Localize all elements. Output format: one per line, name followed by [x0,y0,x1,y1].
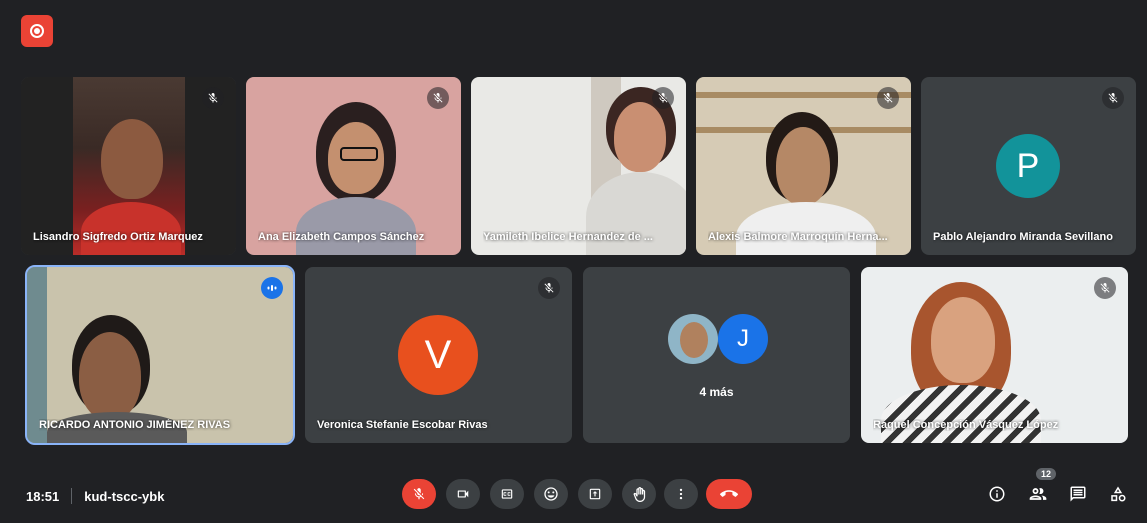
chat-button[interactable] [1067,483,1089,505]
meeting-control-bar: 18:51 kud-tscc-ybk 12 [0,467,1147,523]
mic-off-icon [1102,87,1124,109]
participant-tile[interactable]: Ana Elizabeth Campos Sánchez [246,77,461,255]
more-options-icon [679,488,683,500]
end-call-icon [720,490,738,497]
present-screen-button[interactable] [578,479,612,509]
more-participants-label: 4 más [699,385,734,399]
avatar: V [398,315,478,395]
mic-off-icon [538,277,560,299]
more-options-button[interactable] [664,479,698,509]
emoji-icon [544,487,558,501]
participant-tile[interactable]: Lisandro Sigfredo Ortiz Marquez [21,77,236,255]
activities-button[interactable] [1107,483,1129,505]
present-icon [589,488,601,500]
mic-off-icon [202,87,224,109]
participant-name: RICARDO ANTONIO JIMÉNEZ RIVAS [39,419,231,431]
mic-off-icon [413,488,425,500]
people-button[interactable] [1027,483,1049,505]
people-icon [1029,488,1047,500]
activities-icon [1111,486,1126,502]
mic-off-icon [1094,277,1116,299]
captions-button[interactable] [490,479,524,509]
participant-name: Alexis Balmore Marroquín Herna... [708,231,888,243]
info-icon [989,486,1005,502]
participant-name: Yamileth Ibelice Hernandez de ... [483,231,653,243]
participant-tile-active-speaker[interactable]: RICARDO ANTONIO JIMÉNEZ RIVAS [25,265,295,445]
reactions-button[interactable] [534,479,568,509]
participant-name: Ana Elizabeth Campos Sánchez [258,231,425,243]
divider [71,488,73,504]
avatar: P [996,134,1060,198]
avatar [668,314,718,364]
avatar: J [718,314,768,364]
mic-off-icon [427,87,449,109]
mic-off-icon [652,87,674,109]
recording-button[interactable] [21,15,53,47]
participant-tile[interactable]: Alexis Balmore Marroquín Herna... [696,77,911,255]
chat-icon [1070,486,1086,502]
raise-hand-button[interactable] [622,479,656,509]
participant-tile[interactable]: Yamileth Ibelice Hernandez de ... [471,77,686,255]
leave-call-button[interactable] [706,479,752,509]
participant-name: Lisandro Sigfredo Ortiz Marquez [33,231,203,243]
meeting-details: 18:51 kud-tscc-ybk [26,488,164,504]
camera-icon [457,490,469,498]
participant-tile[interactable]: V Veronica Stefanie Escobar Rivas [305,267,572,443]
people-count-badge: 12 [1036,468,1057,480]
participant-tile[interactable]: P Pablo Alejandro Miranda Sevillano [921,77,1136,255]
participant-name: Pablo Alejandro Miranda Sevillano [933,231,1113,243]
meeting-code[interactable]: kud-tscc-ybk [84,489,164,504]
more-participants-tile[interactable]: J 4 más [583,267,850,443]
record-icon [30,24,44,38]
meeting-time: 18:51 [26,488,60,504]
captions-icon [501,489,513,499]
speaking-indicator-icon [261,277,283,299]
mic-off-icon [877,87,899,109]
raise-hand-icon [633,486,645,502]
microphone-toggle-button[interactable] [402,479,436,509]
participant-name: Veronica Stefanie Escobar Rivas [317,419,488,431]
participant-name: Raquel Concepción Vásquez López [873,419,1059,431]
participant-tile[interactable]: Raquel Concepción Vásquez López [861,267,1128,443]
camera-toggle-button[interactable] [446,479,480,509]
meeting-details-button[interactable] [986,483,1008,505]
